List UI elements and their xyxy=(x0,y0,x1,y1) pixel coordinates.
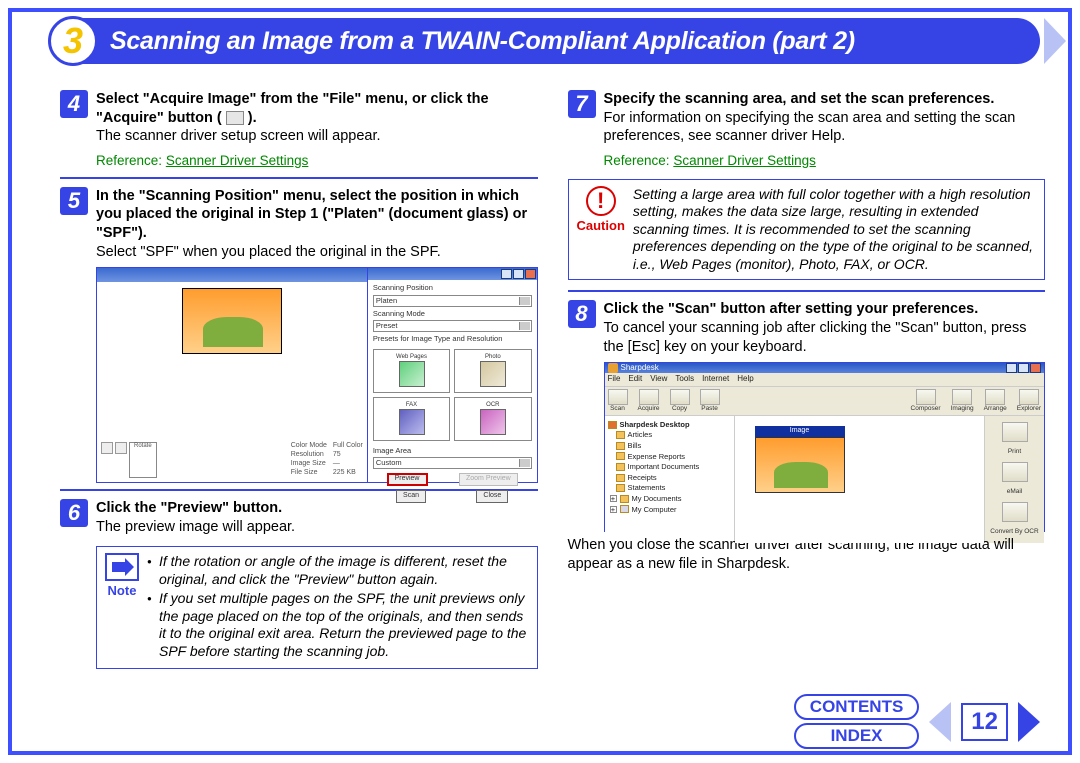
step-6: 6 Click the "Preview" button. The previe… xyxy=(60,499,538,536)
step5-body: Select "SPF" when you placed the origina… xyxy=(96,244,441,260)
area-label: Image Area xyxy=(373,446,532,456)
note-bullet-1: If the rotation or angle of the image is… xyxy=(147,553,529,588)
note-label: Note xyxy=(108,583,137,599)
step7-reference: Reference: Scanner Driver Settings xyxy=(604,152,1046,169)
caution-label: Caution xyxy=(577,218,625,234)
contents-link[interactable]: CONTENTS xyxy=(794,694,920,720)
sharpdesk-screenshot: Sharpdesk FileEdit ViewTools InternetHel… xyxy=(604,362,1046,532)
note-bullet-2: If you set multiple pages on the SPF, th… xyxy=(147,590,529,660)
step8-body: To cancel your scanning job after clicki… xyxy=(604,320,1027,355)
step-number: 6 xyxy=(60,499,88,527)
page-number: 12 xyxy=(961,703,1008,741)
index-link[interactable]: INDEX xyxy=(794,723,920,749)
step4-bold-b: ). xyxy=(248,110,257,126)
page-title: Scanning an Image from a TWAIN-Compliant… xyxy=(110,27,855,56)
step6-body: The preview image will appear. xyxy=(96,519,295,535)
step4-reference: Reference: Scanner Driver Settings xyxy=(96,152,538,169)
toolbar: Scan Acquire Copy Paste Composer Imaging… xyxy=(605,386,1045,416)
separator xyxy=(568,290,1046,292)
section-number: 3 xyxy=(48,16,98,66)
output-zone: Print eMail Convert By OCR xyxy=(984,416,1044,543)
image-thumbnail: Image xyxy=(755,426,845,493)
scanmode-label: Scanning Mode xyxy=(373,309,532,319)
preview-image xyxy=(182,288,282,354)
step7-body: For information on specifying the scan a… xyxy=(604,110,1016,145)
info-labels: Color Mode Resolution Image Size File Si… xyxy=(291,442,327,478)
ref-link[interactable]: Scanner Driver Settings xyxy=(166,153,309,168)
area-dropdown: Custom xyxy=(373,457,532,469)
title-arrow-icon xyxy=(1044,18,1066,64)
step-8: 8 Click the "Scan" button after setting … xyxy=(568,300,1046,356)
step-number: 7 xyxy=(568,90,596,118)
scanpos-label: Scanning Position xyxy=(373,283,532,293)
presets-label: Presets for Image Type and Resolution xyxy=(373,334,532,344)
info-vals: Full Color 75 — 225 KB xyxy=(333,442,363,478)
zoom-button: Zoom Preview xyxy=(459,473,518,486)
folder-tree: Sharpdesk Desktop Articles Bills Expense… xyxy=(605,416,735,543)
title-banner: 3 Scanning an Image from a TWAIN-Complia… xyxy=(50,18,1040,64)
step-5: 5 In the "Scanning Position" menu, selec… xyxy=(60,187,538,261)
app-title: Sharpdesk xyxy=(621,363,659,373)
preview-button: Preview xyxy=(387,473,428,486)
scanmode-dropdown: Preset xyxy=(373,320,532,332)
acquire-icon xyxy=(226,111,244,125)
step7-bold: Specify the scanning area, and set the s… xyxy=(604,91,995,107)
step4-bold-a: Select "Acquire Image" from the "File" m… xyxy=(96,91,489,126)
step5-bold: In the "Scanning Position" menu, select … xyxy=(96,188,527,241)
note-icon xyxy=(105,553,139,581)
step-4: 4 Select "Acquire Image" from the "File"… xyxy=(60,90,538,146)
step4-body: The scanner driver setup screen will app… xyxy=(96,128,381,144)
rotate-button: Rotate xyxy=(129,442,157,478)
app-icon xyxy=(608,363,618,373)
next-page-arrow-icon[interactable] xyxy=(1018,702,1040,742)
caution-icon: ! xyxy=(586,186,616,216)
step8-bold: Click the "Scan" button after setting yo… xyxy=(604,301,979,317)
prev-page-arrow-icon[interactable] xyxy=(929,702,951,742)
left-column: 4 Select "Acquire Image" from the "File"… xyxy=(60,90,538,708)
step-number: 4 xyxy=(60,90,88,118)
note-box: Note If the rotation or angle of the ima… xyxy=(96,546,538,669)
scanpos-dropdown: Platen xyxy=(373,295,532,307)
ref-link[interactable]: Scanner Driver Settings xyxy=(673,153,816,168)
separator xyxy=(60,177,538,179)
menu-bar: FileEdit ViewTools InternetHelp xyxy=(605,373,1045,385)
caution-box: ! Caution Setting a large area with full… xyxy=(568,179,1046,281)
step-number: 8 xyxy=(568,300,596,328)
navigation-bar: CONTENTS INDEX 12 xyxy=(794,694,1040,749)
step6-bold: Click the "Preview" button. xyxy=(96,500,282,516)
caution-text: Setting a large area with full color tog… xyxy=(633,186,1036,274)
step-7: 7 Specify the scanning area, and set the… xyxy=(568,90,1046,146)
right-column: 7 Specify the scanning area, and set the… xyxy=(568,90,1046,708)
scanner-driver-screenshot: Rotate Color Mode Resolution Image Size … xyxy=(96,267,538,483)
step-number: 5 xyxy=(60,187,88,215)
